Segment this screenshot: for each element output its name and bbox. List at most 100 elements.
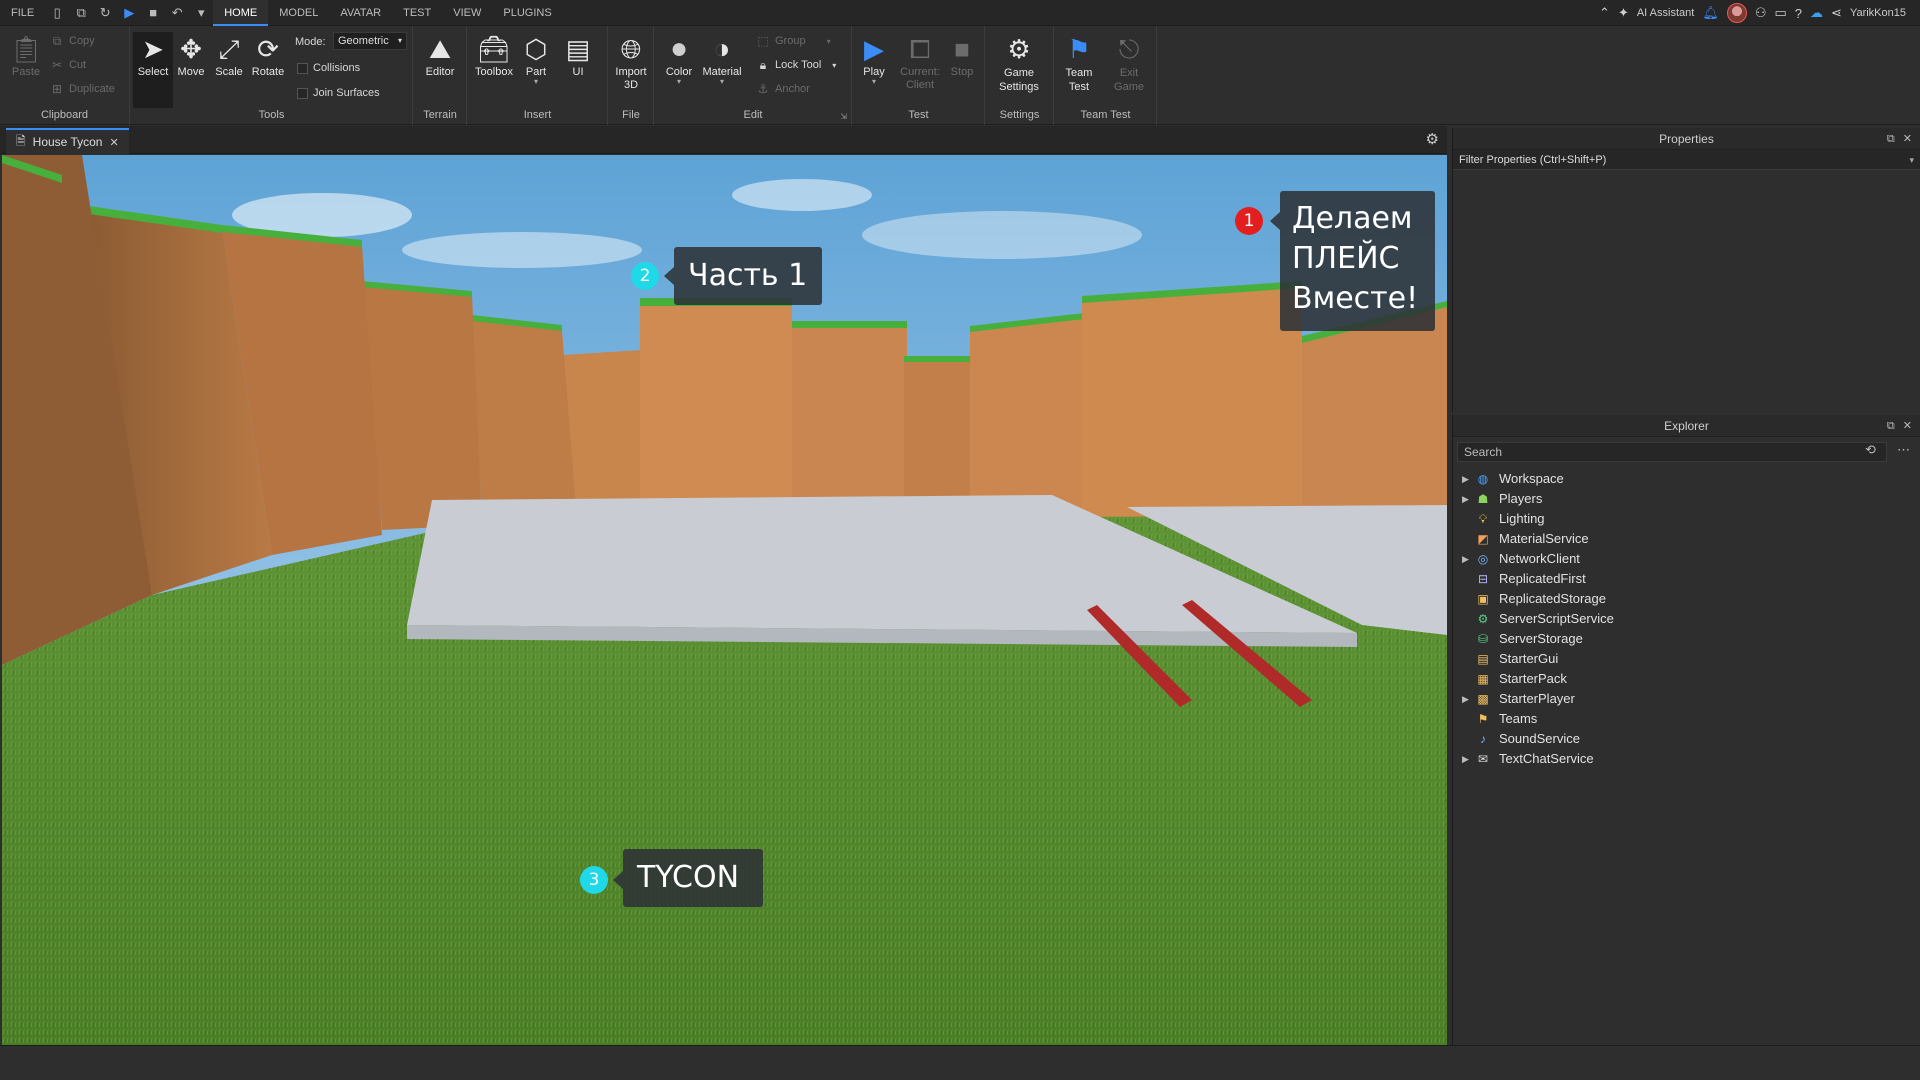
open-file-icon[interactable]: ⧉	[69, 0, 93, 26]
tools-group: ➤ Select ✥ Move ⤢ Scale ⟳ Rotate Mode: G…	[131, 26, 413, 125]
terrain-editor-button[interactable]: ⛰ Editor	[420, 32, 460, 78]
paste-button[interactable]: 📋︎ Paste	[6, 32, 46, 78]
new-file-icon[interactable]: ▯	[45, 0, 69, 26]
3d-viewport[interactable]: 1 Делаем ПЛЕЙС Вместе! 2 Часть 1 3 TYCON	[2, 155, 1447, 1045]
tree-item-serverstorage[interactable]: ⛁ ServerStorage	[1453, 629, 1920, 649]
quick-access-dropdown-icon[interactable]: ▾	[189, 0, 213, 26]
more-options-icon[interactable]: ⋯	[1897, 442, 1910, 458]
tab-avatar[interactable]: AVATAR	[329, 0, 392, 26]
teams-icon: ⚑	[1477, 712, 1489, 726]
properties-filter-input[interactable]: Filter Properties (Ctrl+Shift+P) ▾	[1453, 150, 1920, 170]
collapse-ribbon-icon[interactable]: ⌃	[1599, 5, 1610, 21]
explorer-search-input[interactable]: Search	[1457, 442, 1887, 462]
cloud-icon[interactable]: ☁	[1810, 5, 1823, 21]
tree-item-textchatservice[interactable]: ▶ ✉ TextChatService	[1453, 749, 1920, 769]
move-tool-button[interactable]: ✥ Move	[171, 32, 211, 78]
tab-home[interactable]: HOME	[213, 0, 269, 26]
tab-view[interactable]: VIEW	[442, 0, 492, 26]
tree-item-startergui[interactable]: ▤ StarterGui	[1453, 649, 1920, 669]
cut-button[interactable]: ✂ Cut	[50, 56, 86, 74]
collisions-checkbox[interactable]	[297, 62, 308, 74]
exit-game-button[interactable]: ⎋ Exit Game	[1109, 32, 1149, 94]
undo-icon[interactable]: ↶	[165, 0, 189, 26]
import-3d-button[interactable]: 🌐︎ Import 3D	[611, 32, 651, 92]
close-tab-icon[interactable]: ✕	[109, 136, 118, 149]
expand-arrow-icon[interactable]: ▶	[1462, 469, 1469, 489]
quick-play-icon[interactable]: ▶	[117, 0, 141, 26]
select-tool-button[interactable]: ➤ Select	[133, 32, 173, 108]
properties-undock-icon[interactable]: ⧉	[1887, 128, 1895, 150]
search-history-icon[interactable]: ⟲	[1865, 442, 1876, 458]
anchor-button[interactable]: ⚓︎ Anchor	[756, 80, 810, 98]
ui-button[interactable]: ▤ UI	[558, 32, 598, 78]
tree-item-materialservice[interactable]: ◩ MaterialService	[1453, 529, 1920, 549]
tab-test[interactable]: TEST	[392, 0, 442, 26]
color-button[interactable]: ● Color ▾	[659, 32, 699, 86]
expand-arrow-icon[interactable]: ▶	[1462, 549, 1469, 569]
ai-sparkle-icon[interactable]: ✦	[1618, 5, 1629, 21]
username-label[interactable]: YarikKon15	[1850, 7, 1906, 19]
share-icon[interactable]: ⋖	[1831, 5, 1842, 21]
file-menu[interactable]: FILE	[0, 0, 45, 26]
redo-icon[interactable]: ↻	[93, 0, 117, 26]
tree-item-players[interactable]: ▶ ☗ Players	[1453, 489, 1920, 509]
play-button[interactable]: ▶ Play ▾	[854, 32, 894, 86]
tab-model[interactable]: MODEL	[268, 0, 329, 26]
tree-item-teams[interactable]: ⚑ Teams	[1453, 709, 1920, 729]
tree-item-soundservice[interactable]: ♪ SoundService	[1453, 729, 1920, 749]
cut-icon: ✂	[51, 58, 63, 72]
game-settings-button[interactable]: ⚙ Game Settings	[990, 32, 1048, 94]
exit-game-icon: ⎋	[1118, 34, 1140, 64]
join-surfaces-toggle[interactable]: Join Surfaces	[297, 84, 380, 102]
document-tab[interactable]: 🗎︎ House Tycon ✕	[6, 128, 129, 154]
explorer-close-icon[interactable]: ✕	[1903, 415, 1912, 437]
scale-tool-button[interactable]: ⤢ Scale	[209, 32, 249, 78]
tree-item-replicatedfirst[interactable]: ⊟ ReplicatedFirst	[1453, 569, 1920, 589]
part-dropdown-icon[interactable]: ▾	[516, 78, 556, 86]
tree-item-networkclient[interactable]: ▶ ◎ NetworkClient	[1453, 549, 1920, 569]
expand-arrow-icon[interactable]: ▶	[1462, 489, 1469, 509]
mode-select[interactable]: Geometric ▾	[333, 32, 407, 50]
explorer-title-bar: Explorer ⧉ ✕	[1453, 415, 1920, 437]
status-bar	[0, 1045, 1920, 1080]
expand-arrow-icon[interactable]: ▶	[1462, 689, 1469, 709]
lock-dropdown-icon[interactable]: ▾	[832, 61, 836, 70]
avatar[interactable]	[1726, 3, 1747, 23]
explorer-undock-icon[interactable]: ⧉	[1887, 415, 1895, 437]
duplicate-button[interactable]: ⊞ Duplicate	[50, 80, 115, 98]
group-button[interactable]: ⬚ Group ▾	[756, 32, 831, 50]
material-dropdown-icon[interactable]: ▾	[702, 78, 742, 86]
chat-icon[interactable]: ▭	[1775, 5, 1787, 21]
explorer-tree: ▶ ◍ Workspace ▶ ☗ Players 💡︎ Lighting ◩ Materi…	[1453, 469, 1920, 769]
properties-close-icon[interactable]: ✕	[1903, 128, 1912, 150]
collisions-toggle[interactable]: Collisions	[297, 59, 360, 77]
copy-button[interactable]: ⧉ Copy	[50, 32, 95, 50]
join-surfaces-checkbox[interactable]	[297, 87, 308, 99]
tree-item-lighting[interactable]: 💡︎ Lighting	[1453, 509, 1920, 529]
tree-item-workspace[interactable]: ▶ ◍ Workspace	[1453, 469, 1920, 489]
material-button[interactable]: ◑ Material ▾	[702, 32, 742, 86]
group-dropdown-icon[interactable]: ▾	[827, 37, 831, 46]
viewport-settings-gear-icon[interactable]: ⚙	[1426, 130, 1439, 148]
add-friend-icon[interactable]: ⚇	[1755, 5, 1767, 21]
tree-item-starterpack[interactable]: ▦ StarterPack	[1453, 669, 1920, 689]
quick-stop-icon[interactable]: ■	[141, 0, 165, 26]
color-dropdown-icon[interactable]: ▾	[659, 78, 699, 86]
help-icon[interactable]: ?	[1795, 6, 1802, 21]
tree-item-starterplayer[interactable]: ▶ ▩ StarterPlayer	[1453, 689, 1920, 709]
ai-assistant-button[interactable]: AI Assistant	[1637, 7, 1694, 19]
current-client-button[interactable]: ⧠ Current: Client	[898, 32, 942, 92]
lock-tool-button[interactable]: 🔒︎ Lock Tool ▾	[756, 56, 837, 74]
tree-item-serverscriptservice[interactable]: ⚙ ServerScriptService	[1453, 609, 1920, 629]
team-test-button[interactable]: ⚑ Team Test	[1059, 32, 1099, 94]
tree-item-replicatedstorage[interactable]: ▣ ReplicatedStorage	[1453, 589, 1920, 609]
tab-plugins[interactable]: PLUGINS	[492, 0, 562, 26]
part-button[interactable]: ⬡ Part ▾	[516, 32, 556, 86]
notification-bell-icon[interactable]: 🔔︎	[1702, 5, 1719, 21]
filter-dropdown-icon[interactable]: ▾	[1909, 150, 1914, 170]
stop-button[interactable]: ■ Stop	[942, 32, 982, 78]
expand-arrow-icon[interactable]: ▶	[1462, 749, 1469, 769]
toolbox-button[interactable]: 🧰︎ Toolbox	[474, 32, 514, 78]
rotate-tool-button[interactable]: ⟳ Rotate	[248, 32, 288, 78]
play-dropdown-icon[interactable]: ▾	[854, 78, 894, 86]
